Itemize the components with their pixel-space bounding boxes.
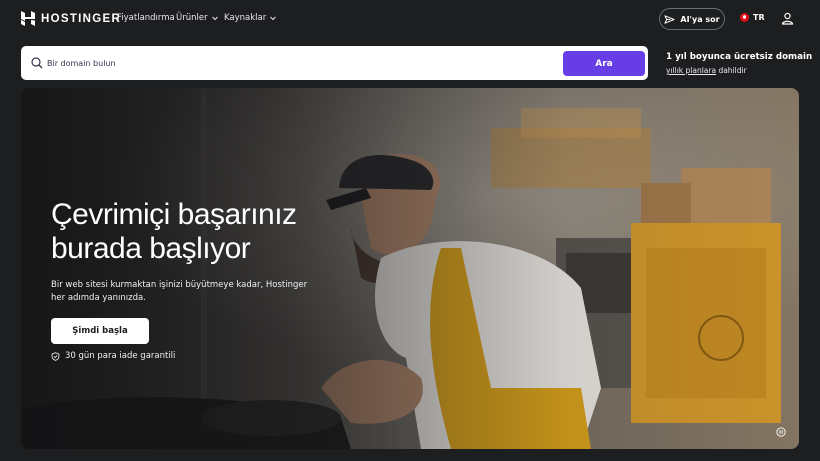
flag-tr-icon xyxy=(740,13,749,22)
nav-item-label: Ürünler xyxy=(176,13,208,23)
language-code: TR xyxy=(753,13,765,22)
brand-name: HOSTINGER xyxy=(41,12,122,25)
free-domain-promo: 1 yıl boyunca ücretsiz domain yıllık pla… xyxy=(666,52,812,75)
shield-check-icon xyxy=(51,351,60,361)
top-navigation: HOSTINGER Fiyatlandırma Ürünler Kaynakla… xyxy=(0,0,820,38)
nav-item-label: Kaynaklar xyxy=(224,13,267,23)
get-started-label: Şimdi başla xyxy=(72,326,128,336)
ask-ai-button[interactable]: AI'ya sor xyxy=(659,8,725,30)
annual-plans-link[interactable]: yıllık planlara xyxy=(666,66,716,75)
hero-title: Çevrimiçi başarınız burada başlıyor xyxy=(51,198,351,266)
money-back-guarantee: 30 gün para iade garantili xyxy=(51,351,175,361)
search-icon xyxy=(31,57,43,69)
hero-overlay xyxy=(21,88,799,449)
hero-title-line2: burada başlıyor xyxy=(51,232,251,265)
search-button-label: Ara xyxy=(595,58,613,69)
nav-item-label: Fiyatlandırma xyxy=(117,13,175,23)
hostinger-logo-icon xyxy=(21,11,35,26)
nav-item-products[interactable]: Ürünler xyxy=(176,13,219,23)
nav-item-pricing[interactable]: Fiyatlandırma xyxy=(117,13,175,23)
ask-ai-label: AI'ya sor xyxy=(680,14,720,24)
domain-search-input[interactable] xyxy=(47,51,577,75)
hostinger-logo[interactable]: HOSTINGER xyxy=(21,11,121,26)
promo-subtitle: yıllık planlara dahildir xyxy=(666,66,812,75)
language-selector[interactable]: TR xyxy=(740,13,765,22)
guarantee-label: 30 gün para iade garantili xyxy=(65,351,176,361)
hero-section: Çevrimiçi başarınız burada başlıyor Bir … xyxy=(21,88,799,449)
get-started-button[interactable]: Şimdi başla xyxy=(51,318,149,344)
hero-title-line1: Çevrimiçi başarınız xyxy=(51,198,297,231)
chevron-down-icon xyxy=(211,16,218,21)
chevron-down-icon xyxy=(270,16,277,21)
hero-description: Bir web sitesi kurmaktan işinizi büyütme… xyxy=(51,280,308,303)
pause-icon[interactable] xyxy=(776,427,786,437)
promo-title: 1 yıl boyunca ücretsiz domain xyxy=(666,52,813,62)
search-button[interactable]: Ara xyxy=(563,51,645,76)
sparkle-icon xyxy=(664,14,675,24)
domain-search-bar xyxy=(21,46,648,80)
nav-item-resources[interactable]: Kaynaklar xyxy=(224,13,277,23)
promo-suffix: dahildir xyxy=(718,66,747,75)
user-icon[interactable] xyxy=(781,12,794,25)
